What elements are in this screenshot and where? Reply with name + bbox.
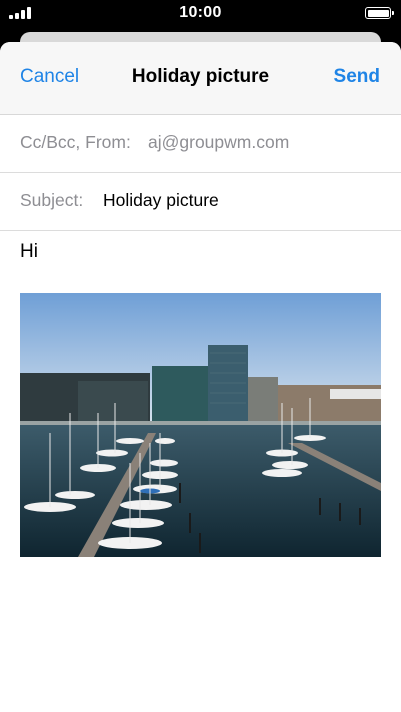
subject-input[interactable]: Holiday picture <box>103 190 219 211</box>
compose-sheet: Cancel Holiday picture Send Cc/Bcc, From… <box>0 42 401 712</box>
attached-photo[interactable] <box>20 293 381 557</box>
subject-label: Subject: <box>20 190 84 210</box>
send-button[interactable]: Send <box>334 66 380 88</box>
marina-photo-image <box>20 293 381 557</box>
cc-bcc-from-field[interactable]: Cc/Bcc, From: aj@groupwm.com <box>0 114 401 173</box>
cc-bcc-from-label: Cc/Bcc, From: <box>20 132 131 152</box>
status-bar: 10:00 <box>0 0 401 28</box>
compose-nav-bar: Cancel Holiday picture Send <box>0 42 401 115</box>
status-time: 10:00 <box>179 4 222 21</box>
from-address[interactable]: aj@groupwm.com <box>148 132 289 153</box>
cancel-button[interactable]: Cancel <box>20 66 79 88</box>
battery-icon <box>365 7 394 19</box>
message-body[interactable]: Hi <box>20 241 38 263</box>
subject-field[interactable]: Subject: Holiday picture <box>0 172 401 231</box>
